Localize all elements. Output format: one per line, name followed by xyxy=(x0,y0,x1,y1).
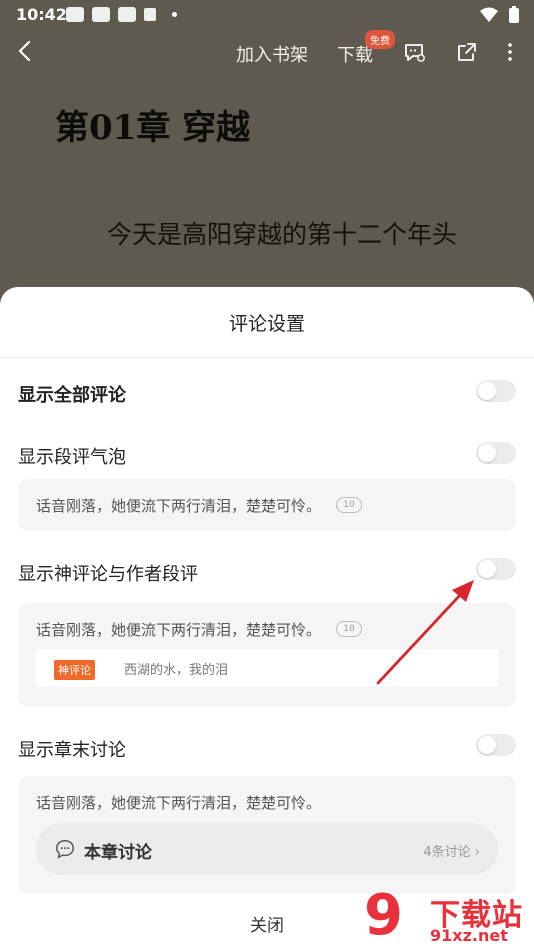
watermark-url: 91xz.net xyxy=(430,926,508,945)
site-watermark: 9 下载站 91xz.net xyxy=(360,883,534,950)
annotation-arrow xyxy=(376,580,474,685)
arrow-shaft xyxy=(376,591,464,685)
watermark-logo: 9 xyxy=(364,883,403,948)
